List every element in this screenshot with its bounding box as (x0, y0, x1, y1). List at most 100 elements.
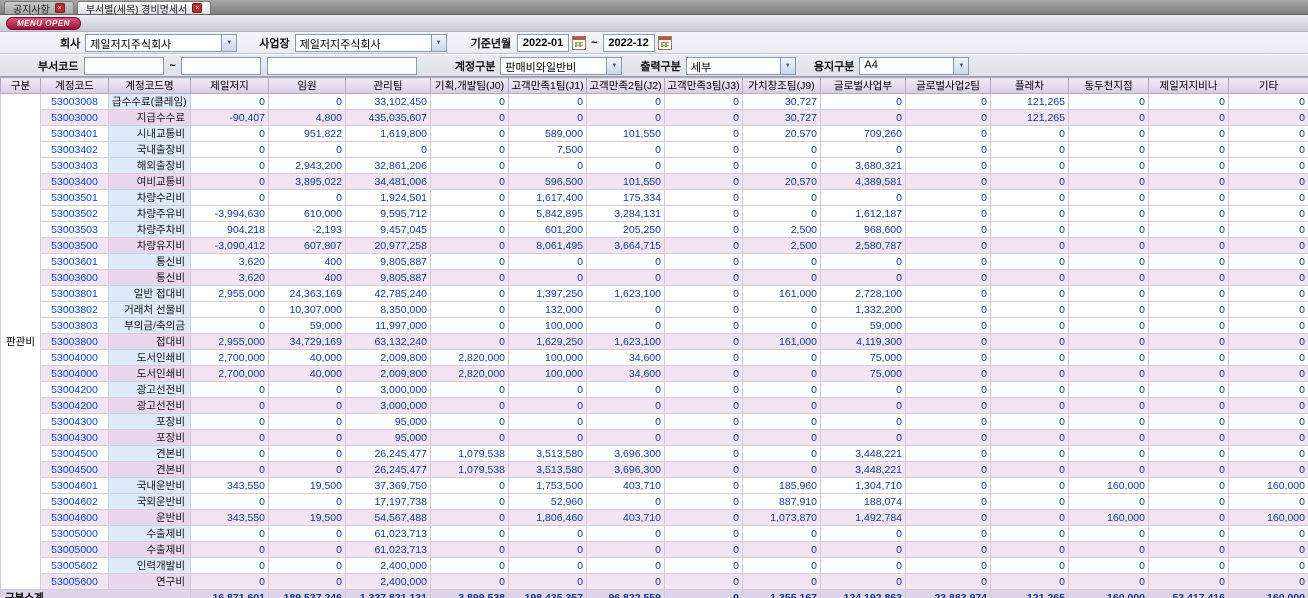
amount-cell[interactable]: 61,023,713 (345, 525, 431, 542)
amount-cell[interactable]: 0 (430, 541, 509, 558)
chevron-down-icon[interactable]: ▼ (953, 57, 969, 74)
account-name-cell[interactable]: 국외운반비 (108, 493, 191, 510)
amount-cell[interactable]: 0 (430, 429, 509, 446)
amount-cell[interactable]: 0 (586, 157, 665, 174)
table-row[interactable]: 53004300 포장비 0 0 95,000 0 0 0 0 0 0 0 0 0 0 0 (1, 413, 1308, 430)
amount-cell[interactable]: 0 (1068, 269, 1149, 286)
amount-cell[interactable]: 2,400,000 (345, 573, 431, 590)
amount-cell[interactable]: 0 (586, 493, 665, 510)
amount-cell[interactable]: 1,619,800 (345, 125, 431, 142)
chevron-down-icon[interactable]: ▼ (430, 35, 446, 51)
amount-cell[interactable]: 2,955,000 (190, 333, 269, 350)
amount-cell[interactable]: 0 (664, 477, 743, 494)
amount-cell[interactable]: 0 (586, 429, 665, 446)
amount-cell[interactable]: 0 (268, 525, 346, 542)
amount-cell[interactable]: 160,000 (1068, 509, 1149, 526)
amount-cell[interactable]: 610,000 (268, 205, 346, 222)
amount-cell[interactable]: 26,245,477 (345, 445, 431, 462)
amount-cell[interactable]: 2,820,000 (430, 365, 509, 382)
output-select[interactable]: 세부 ▼ (685, 56, 796, 75)
amount-cell[interactable]: 188,074 (820, 493, 906, 510)
account-code-cell[interactable]: 53004600 (40, 509, 109, 526)
amount-cell[interactable]: 0 (990, 253, 1069, 270)
amount-cell[interactable]: 3,696,300 (586, 461, 665, 478)
amount-cell[interactable]: 54,567,488 (345, 509, 431, 526)
account-code-cell[interactable]: 53004200 (40, 397, 109, 414)
amount-cell[interactable]: 0 (905, 189, 991, 206)
amount-cell[interactable]: 0 (664, 189, 743, 206)
amount-cell[interactable]: 0 (820, 573, 906, 590)
account-name-cell[interactable]: 광고선전비 (108, 381, 191, 398)
amount-cell[interactable]: 0 (430, 413, 509, 430)
account-name-cell[interactable]: 거래처 선물비 (108, 301, 191, 318)
amount-cell[interactable]: 343,550 (190, 509, 269, 526)
amount-cell[interactable]: 2,728,100 (820, 285, 906, 302)
amount-cell[interactable]: 0 (1228, 541, 1308, 558)
account-code-cell[interactable]: 53003800 (40, 333, 109, 350)
amount-cell[interactable]: 0 (1228, 381, 1308, 398)
amount-cell[interactable]: 0 (742, 445, 821, 462)
amount-cell[interactable]: 0 (990, 317, 1069, 334)
column-header[interactable]: 관리팀 (345, 77, 431, 94)
table-row[interactable]: 53003400 여비교통비 0 3,895,022 34,481,006 0 596,50… (1, 173, 1308, 190)
amount-cell[interactable]: 0 (1068, 189, 1149, 206)
amount-cell[interactable]: 0 (664, 381, 743, 398)
table-row[interactable]: 53003402 국내출장비 0 0 0 0 7,500 0 0 0 0 0 0 0 0 0 (1, 141, 1308, 158)
account-name-cell[interactable]: 통신비 (108, 253, 191, 270)
amount-cell[interactable]: 205,250 (586, 221, 665, 238)
amount-cell[interactable]: 0 (664, 125, 743, 142)
amount-cell[interactable]: 0 (190, 301, 269, 318)
amount-cell[interactable]: 0 (268, 429, 346, 446)
account-code-cell[interactable]: 53003402 (40, 141, 109, 158)
amount-cell[interactable]: 0 (742, 365, 821, 382)
account-code-cell[interactable]: 53004300 (40, 429, 109, 446)
amount-cell[interactable]: 0 (430, 141, 509, 158)
amount-cell[interactable]: 0 (586, 541, 665, 558)
amount-cell[interactable]: 0 (905, 173, 991, 190)
amount-cell[interactable]: 121,265 (990, 109, 1069, 126)
amount-cell[interactable]: 589,000 (508, 125, 587, 142)
amount-cell[interactable]: 0 (190, 173, 269, 190)
amount-cell[interactable]: 0 (1148, 413, 1229, 430)
amount-cell[interactable]: 0 (586, 269, 665, 286)
column-header[interactable]: 플레차 (990, 77, 1069, 94)
table-row[interactable]: 53004500 견본비 0 0 26,245,477 1,079,538 3,513,58… (1, 461, 1308, 478)
amount-cell[interactable]: 0 (990, 237, 1069, 254)
amount-cell[interactable]: 0 (990, 269, 1069, 286)
column-header[interactable]: 구분 (0, 77, 41, 94)
amount-cell[interactable]: 607,807 (268, 237, 346, 254)
amount-cell[interactable]: 1,623,100 (586, 333, 665, 350)
amount-cell[interactable]: 0 (664, 317, 743, 334)
amount-cell[interactable]: 0 (742, 269, 821, 286)
amount-cell[interactable]: 0 (905, 477, 991, 494)
amount-cell[interactable]: 0 (1228, 573, 1308, 590)
amount-cell[interactable]: 0 (905, 397, 991, 414)
amount-cell[interactable]: 0 (664, 573, 743, 590)
account-name-cell[interactable]: 견본비 (108, 445, 191, 462)
amount-cell[interactable]: 0 (1148, 237, 1229, 254)
amount-cell[interactable]: 101,550 (586, 173, 665, 190)
amount-cell[interactable]: 0 (1148, 205, 1229, 222)
amount-cell[interactable]: 0 (190, 445, 269, 462)
amount-cell[interactable]: 0 (508, 429, 587, 446)
amount-cell[interactable]: 0 (190, 429, 269, 446)
amount-cell[interactable]: 0 (1068, 317, 1149, 334)
amount-cell[interactable]: 0 (1228, 349, 1308, 366)
period-from-input[interactable]: 2022-01 (517, 34, 570, 52)
amount-cell[interactable]: 0 (990, 557, 1069, 574)
amount-cell[interactable]: 0 (1068, 237, 1149, 254)
amount-cell[interactable]: 0 (430, 205, 509, 222)
amount-cell[interactable]: 121,265 (990, 93, 1069, 110)
amount-cell[interactable]: 0 (1148, 285, 1229, 302)
amount-cell[interactable]: 0 (1148, 573, 1229, 590)
amount-cell[interactable]: 0 (268, 557, 346, 574)
amount-cell[interactable]: 0 (1228, 269, 1308, 286)
amount-cell[interactable]: 3,895,022 (268, 173, 346, 190)
amount-cell[interactable]: 34,600 (586, 349, 665, 366)
amount-cell[interactable]: 0 (742, 253, 821, 270)
amount-cell[interactable]: 0 (1228, 525, 1308, 542)
amount-cell[interactable]: 160,000 (1228, 509, 1308, 526)
amount-cell[interactable]: 0 (1228, 445, 1308, 462)
amount-cell[interactable]: 0 (1148, 157, 1229, 174)
amount-cell[interactable]: 601,200 (508, 221, 587, 238)
